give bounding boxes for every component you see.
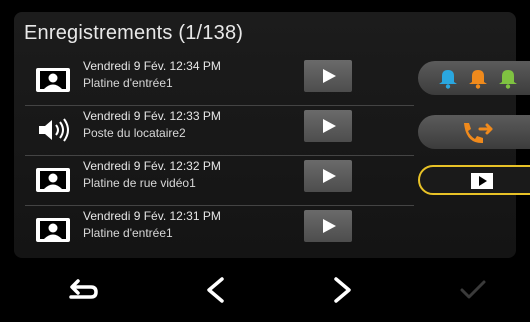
audio-recording-icon (39, 118, 69, 142)
back-icon (69, 279, 98, 299)
previous-button[interactable] (190, 265, 240, 315)
recording-date: Vendredi 9 Fév. 12:32 PM (83, 159, 221, 173)
recording-source: Platine de rue vidéo1 (83, 176, 196, 190)
recordings-screen: Enregistrements (1/138) Vendredi 9 Fév. … (0, 0, 530, 322)
video-recording-icon (36, 218, 70, 242)
next-button[interactable] (318, 265, 368, 315)
video-recording-icon (36, 168, 70, 192)
recording-date: Vendredi 9 Fév. 12:31 PM (83, 209, 221, 223)
transfer-call-icon (464, 123, 493, 144)
page-title: Enregistrements (1/138) (24, 22, 244, 44)
play-button[interactable] (304, 210, 352, 242)
list-item[interactable]: Vendredi 9 Fév. 12:34 PM Platine d'entré… (25, 56, 414, 106)
video-view-button[interactable] (418, 165, 530, 195)
transfer-button[interactable] (418, 115, 530, 149)
video-play-icon (471, 173, 493, 189)
previous-icon (207, 277, 224, 303)
recording-date: Vendredi 9 Fév. 12:34 PM (83, 59, 221, 73)
list-item[interactable]: Vendredi 9 Fév. 12:31 PM Platine d'entré… (25, 206, 414, 256)
play-button[interactable] (304, 60, 352, 92)
confirm-button[interactable] (448, 265, 498, 315)
confirm-icon (460, 280, 486, 299)
recording-source: Poste du locataire2 (83, 126, 186, 140)
recording-source: Platine d'entrée1 (83, 76, 173, 90)
back-button[interactable] (58, 265, 108, 315)
video-recording-icon (36, 68, 70, 92)
list-item[interactable]: Vendredi 9 Fév. 12:32 PM Platine de rue … (25, 156, 414, 206)
recording-date: Vendredi 9 Fév. 12:33 PM (83, 109, 221, 123)
play-button[interactable] (304, 110, 352, 142)
bells-icon (439, 70, 517, 89)
call-bells-button[interactable] (418, 61, 530, 95)
recording-source: Platine d'entrée1 (83, 226, 173, 240)
next-icon (334, 277, 351, 303)
play-button[interactable] (304, 160, 352, 192)
list-item[interactable]: Vendredi 9 Fév. 12:33 PM Poste du locata… (25, 106, 414, 156)
